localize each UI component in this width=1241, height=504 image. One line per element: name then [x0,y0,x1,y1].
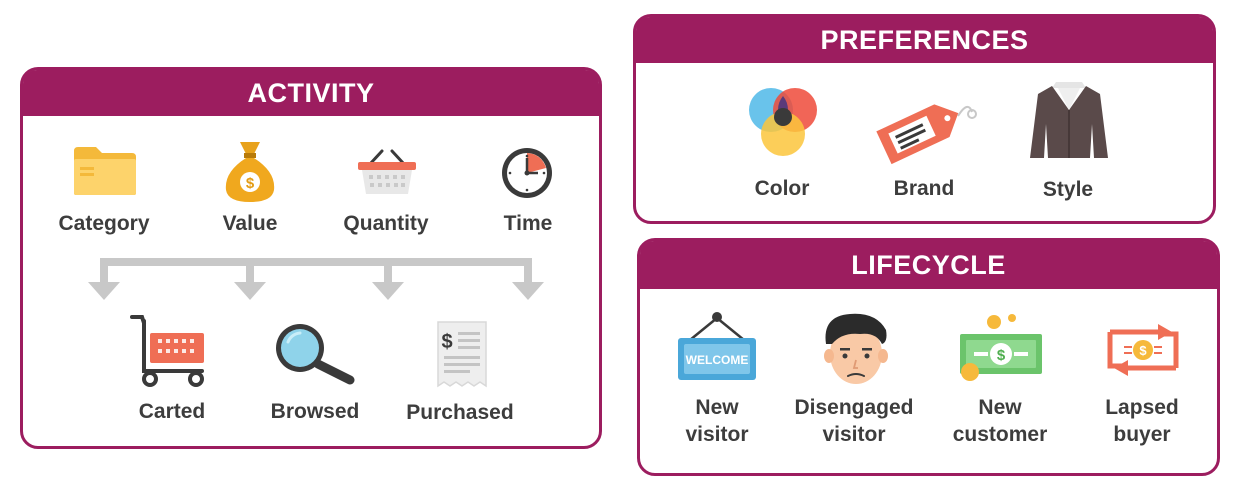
svg-text:$: $ [441,331,452,353]
svg-text:$: $ [246,175,255,192]
shopping-cart-icon [130,315,204,387]
exchange-icon: $ [1107,324,1179,376]
disengaged-visitor-line1: Disengaged [794,396,914,419]
value-label: Value [222,212,278,235]
new-customer-line1: New [978,396,1022,419]
browsed-label: Browsed [270,400,360,423]
clock-icon [502,148,552,198]
welcome-sign-icon: WELCOME [678,312,756,380]
svg-text:$: $ [997,347,1006,364]
disengaged-visitor-line2: visitor [822,423,886,446]
new-customer-line2: customer [952,423,1048,446]
style-label: Style [1042,178,1094,201]
tag-icon [876,104,977,165]
preferences-title: PREFERENCES [820,25,1029,55]
lapsed-buyer-line2: buyer [1113,423,1171,446]
welcome-sign-text: WELCOME [686,353,749,367]
time-label: Time [503,212,553,235]
category-label: Category [58,212,150,235]
jacket-icon [1030,82,1108,158]
disengaged-visitor-label: Disengaged visitor [783,394,925,448]
sad-face-icon [824,313,888,384]
activity-title: ACTIVITY [247,78,375,108]
preferences-header: PREFERENCES [636,17,1213,63]
money-bill-icon: $ [960,314,1042,381]
magnifier-icon [276,324,355,385]
flow-connector [88,258,544,300]
money-bag-icon: $ [225,142,275,202]
new-visitor-label: New visitor [657,394,777,448]
carted-label: Carted [138,400,206,423]
receipt-icon: $ [437,321,487,388]
purchased-label: Purchased [406,401,514,424]
color-circles-icon [749,88,817,156]
new-visitor-line1: New [695,396,739,419]
quantity-label: Quantity [343,212,429,235]
lifecycle-header: LIFECYCLE [640,241,1217,289]
lapsed-buyer-label: Lapsed buyer [1082,394,1202,448]
new-visitor-line2: visitor [685,423,749,446]
brand-label: Brand [893,177,955,200]
lifecycle-title: LIFECYCLE [851,250,1006,280]
lapsed-buyer-line1: Lapsed [1105,396,1179,419]
new-customer-label: New customer [940,394,1060,448]
svg-text:$: $ [1139,343,1147,358]
activity-header: ACTIVITY [23,70,599,116]
folder-icon [74,147,136,195]
color-label: Color [754,177,810,200]
basket-icon [358,149,416,194]
